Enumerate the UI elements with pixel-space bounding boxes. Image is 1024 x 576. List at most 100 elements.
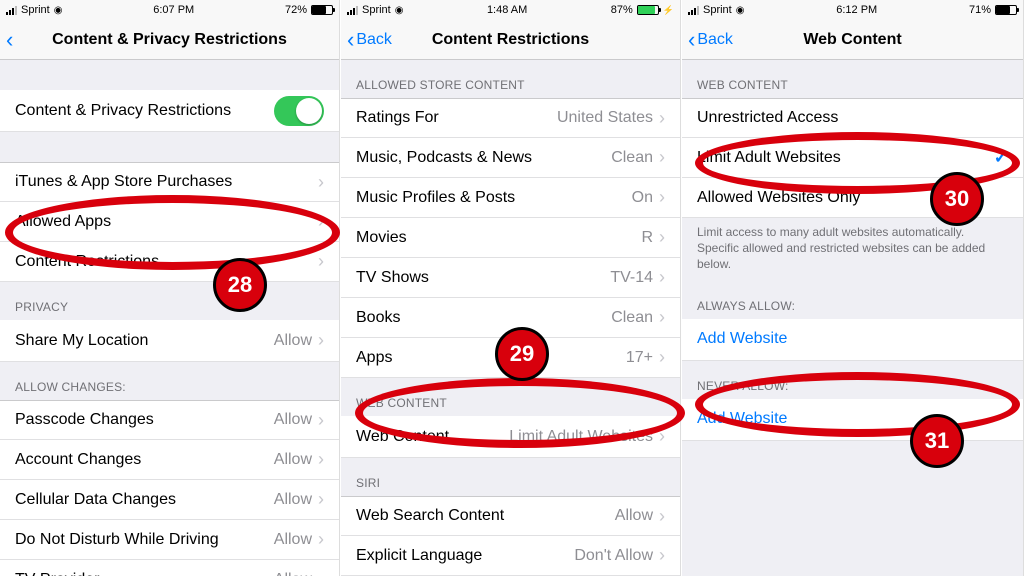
row-web-content[interactable]: Web ContentLimit Adult Websites› [341,416,680,458]
row-label: Content & Privacy Restrictions [15,102,274,120]
chevron-right-icon: › [659,545,665,566]
row-value: Allow [274,531,312,549]
chevron-right-icon: › [659,187,665,208]
row-label: Do Not Disturb While Driving [15,531,274,549]
section-footer-web: Limit access to many adult websites auto… [682,218,1023,281]
row-allowed-apps[interactable]: Allowed Apps › [0,202,339,242]
row-value: TV-14 [610,269,653,287]
section-header-siri: Siri [341,458,680,496]
row-label: Account Changes [15,451,274,469]
row-label: Web Content [356,428,509,446]
battery-icon [311,5,333,15]
row-music-profiles[interactable]: Music Profiles & PostsOn› [341,178,680,218]
row-limit-adult[interactable]: Limit Adult Websites✓ [682,138,1023,178]
toggle-switch[interactable] [274,96,324,126]
row-share-location[interactable]: Share My Location Allow › [0,320,339,362]
row-label: Books [356,309,611,327]
wifi-icon: ◉ [736,5,745,16]
row-value: Allow [274,451,312,469]
row-cellular-changes[interactable]: Cellular Data Changes Allow › [0,480,339,520]
nav-bar: ‹ Back Web Content [682,20,1023,60]
row-label: Web Search Content [356,507,615,525]
row-label: Cellular Data Changes [15,491,274,509]
carrier-label: Sprint [21,4,50,16]
page-title: Web Content [682,31,1023,49]
row-explicit-lang[interactable]: Explicit LanguageDon't Allow› [341,536,680,576]
row-label: Add Website [697,410,1008,428]
battery-icon [637,5,659,15]
row-add-website-always[interactable]: Add Website [682,319,1023,361]
signal-icon [6,5,17,15]
row-label: TV Shows [356,269,610,287]
battery-icon [995,5,1017,15]
chevron-right-icon: › [659,147,665,168]
chevron-right-icon: › [318,251,324,272]
toggle-row-cpr[interactable]: Content & Privacy Restrictions [0,90,339,132]
row-account-changes[interactable]: Account Changes Allow › [0,440,339,480]
row-value: 17+ [626,349,653,367]
row-tv-provider[interactable]: TV Provider Allow › [0,560,339,576]
status-bar: Sprint ◉ 1:48 AM 87% ⚡ [341,0,680,20]
chevron-left-icon: ‹ [6,29,13,51]
chevron-right-icon: › [318,529,324,550]
row-music-podcasts[interactable]: Music, Podcasts & NewsClean› [341,138,680,178]
row-books[interactable]: BooksClean› [341,298,680,338]
chevron-right-icon: › [318,172,324,193]
chevron-right-icon: › [318,449,324,470]
section-header-privacy: Privacy [0,282,339,320]
section-header-always: Always Allow: [682,281,1023,319]
back-button[interactable]: ‹ Back [341,29,392,51]
row-label: Allowed Apps [15,213,318,231]
screen-2-content-restrictions: Sprint ◉ 1:48 AM 87% ⚡ ‹ Back Content Re… [341,0,681,576]
row-value: On [632,189,653,207]
row-label: Share My Location [15,332,274,350]
row-value: United States [557,109,653,127]
chevron-right-icon: › [659,506,665,527]
charging-icon: ⚡ [663,5,674,16]
row-content-restrictions[interactable]: Content Restrictions › [0,242,339,282]
row-label: Music, Podcasts & News [356,149,611,167]
page-title: Content & Privacy Restrictions [0,31,339,49]
chevron-right-icon: › [318,569,324,576]
row-label: Content Restrictions [15,253,318,271]
section-header-web: Web Content [341,378,680,416]
chevron-right-icon: › [318,330,324,351]
row-web-search[interactable]: Web Search ContentAllow› [341,496,680,536]
row-label: Add Website [697,330,1008,348]
signal-icon [347,5,358,15]
row-value: R [641,229,653,247]
checkmark-icon: ✓ [994,148,1008,168]
row-value: Clean [611,309,653,327]
row-label: Unrestricted Access [697,109,1008,127]
row-value: Allow [274,332,312,350]
row-allowed-only[interactable]: Allowed Websites Only [682,178,1023,218]
chevron-right-icon: › [659,267,665,288]
row-label: TV Provider [15,571,274,576]
section-header-web-content: Web Content [682,60,1023,98]
chevron-left-icon: ‹ [347,29,354,51]
chevron-right-icon: › [318,410,324,431]
screen-1-content-privacy: Sprint ◉ 6:07 PM 72% ‹ Content & Privacy… [0,0,340,576]
row-value: Allow [274,571,312,576]
row-value: Limit Adult Websites [509,428,653,446]
row-label: Explicit Language [356,547,574,565]
row-value: Allow [274,491,312,509]
carrier-label: Sprint [362,4,391,16]
row-tvshows[interactable]: TV ShowsTV-14 › [341,258,680,298]
row-ratings-for[interactable]: Ratings ForUnited States› [341,98,680,138]
row-itunes-purchases[interactable]: iTunes & App Store Purchases › [0,162,339,202]
row-movies[interactable]: MoviesR› [341,218,680,258]
row-label: Limit Adult Websites [697,149,994,167]
back-button[interactable]: ‹ Back [682,29,733,51]
row-dnd-driving[interactable]: Do Not Disturb While Driving Allow › [0,520,339,560]
section-header-never: Never Allow: [682,361,1023,399]
back-button[interactable]: ‹ [0,29,15,51]
status-bar: Sprint ◉ 6:07 PM 72% [0,0,339,20]
row-passcode-changes[interactable]: Passcode Changes Allow › [0,400,339,440]
signal-icon [688,5,699,15]
row-unrestricted[interactable]: Unrestricted Access [682,98,1023,138]
row-apps[interactable]: Apps17+ › [341,338,680,378]
row-label: Apps [356,349,626,367]
chevron-right-icon: › [659,347,665,368]
row-add-website-never[interactable]: Add Website [682,399,1023,441]
